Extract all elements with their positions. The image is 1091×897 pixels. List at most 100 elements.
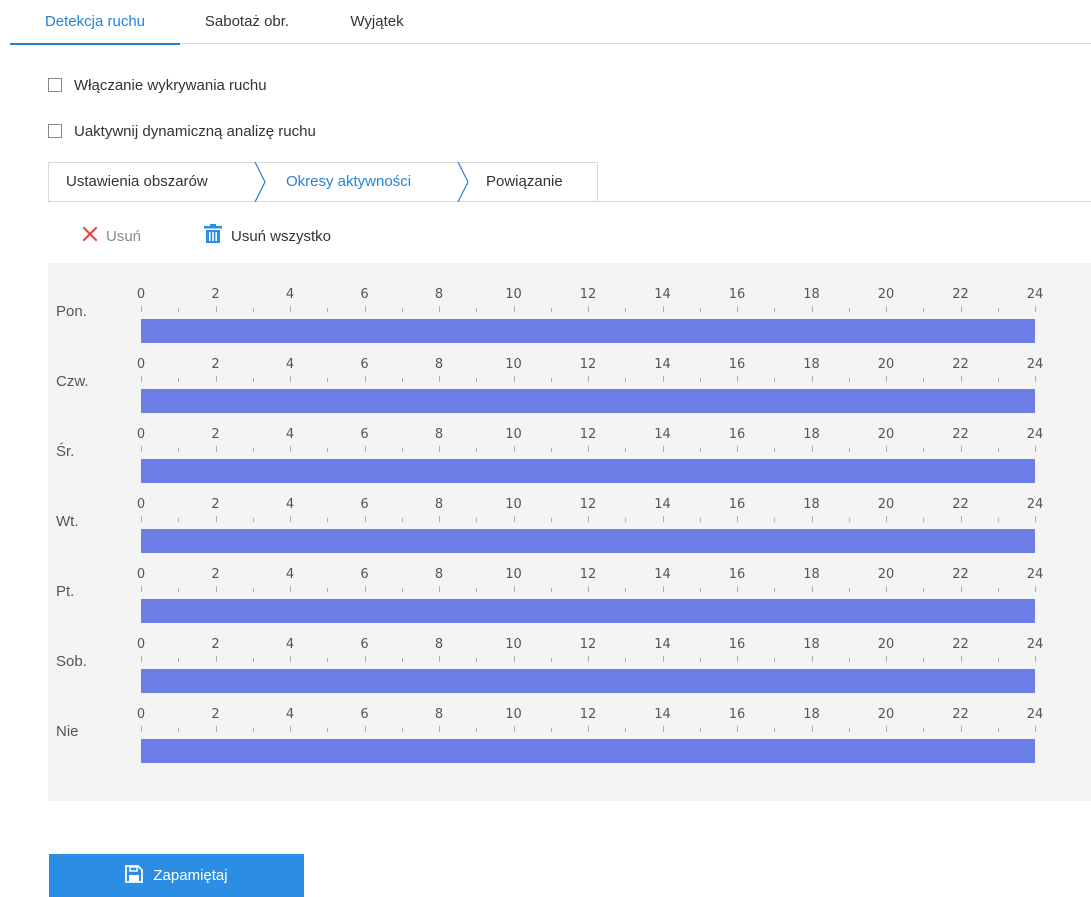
step-tab-area-settings[interactable]: Ustawienia obszarów xyxy=(66,162,208,202)
hour-tick-mark xyxy=(439,446,440,452)
hour-tick-mark xyxy=(886,446,887,452)
hour-tick-mark xyxy=(662,306,664,312)
hour-tick-label: 8 xyxy=(434,357,444,372)
hour-tick-mark xyxy=(141,726,142,732)
hour-tick-label: 2 xyxy=(211,637,220,652)
hour-tick-mark xyxy=(997,308,999,312)
save-button[interactable]: Zapamiętaj xyxy=(49,854,304,897)
hour-tick-mark xyxy=(215,306,217,312)
tab-exception[interactable]: Wyjątek xyxy=(347,0,407,44)
hour-tick-mark xyxy=(997,658,999,662)
schedule-day-row: 0 2 4 6 8 10 12 14 16 18 20 22 24 Nie xyxy=(48,683,1091,763)
hour-tick-label: 18 xyxy=(803,497,820,512)
hour-tick-mark xyxy=(625,658,627,662)
hour-tick-label: 6 xyxy=(360,287,369,302)
hour-tick-mark xyxy=(811,726,813,732)
hour-tick-mark xyxy=(327,588,329,592)
dynamic-analysis-checkbox[interactable] xyxy=(48,124,62,138)
hour-tick-mark xyxy=(178,378,180,382)
hour-tick-mark xyxy=(290,516,291,522)
schedule-day-row: 0 2 4 6 8 10 12 14 16 18 20 22 24 Sob. xyxy=(48,613,1091,693)
active-period-bar[interactable] xyxy=(141,739,1035,763)
hour-tick-label: 6 xyxy=(360,427,369,442)
hour-tick-mark xyxy=(886,376,887,382)
hour-tick-mark xyxy=(1035,446,1036,452)
hour-tick-mark xyxy=(1035,376,1036,382)
hour-tick-mark xyxy=(550,658,552,662)
hour-tick-label: 10 xyxy=(505,637,522,652)
hour-tick-mark xyxy=(1035,516,1036,522)
day-label: Wt. xyxy=(56,513,79,530)
hour-tick-mark xyxy=(625,518,627,522)
hour-tick-mark xyxy=(625,448,627,452)
hour-tick-label: 18 xyxy=(803,637,820,652)
hour-tick-mark xyxy=(699,728,701,732)
hour-tick-label: 16 xyxy=(728,707,746,722)
hour-tick-mark xyxy=(513,656,515,662)
hour-tick-mark xyxy=(848,378,850,382)
hour-tick-mark xyxy=(737,376,738,382)
hour-tick-label: 22 xyxy=(952,497,969,512)
step-chevron-icon xyxy=(457,162,469,202)
hour-tick-mark xyxy=(737,306,738,312)
hour-tick-mark xyxy=(401,588,403,592)
hour-tick-mark xyxy=(886,516,887,522)
step-tab-arming-schedule[interactable]: Okresy aktywności xyxy=(286,162,411,202)
hour-tick-label: 14 xyxy=(654,497,671,512)
hour-tick-mark xyxy=(699,378,701,382)
hour-tick-mark xyxy=(960,516,962,522)
hour-tick-mark xyxy=(588,656,589,662)
hour-tick-label: 6 xyxy=(360,357,369,372)
hour-tick-label: 14 xyxy=(654,637,671,652)
hour-tick-mark xyxy=(364,446,366,452)
hour-tick-label: 24 xyxy=(1026,707,1044,722)
hour-tick-mark xyxy=(848,308,850,312)
enable-motion-detection-checkbox[interactable] xyxy=(48,78,62,92)
hour-tick-label: 20 xyxy=(877,357,895,372)
hour-tick-mark xyxy=(327,518,329,522)
day-timeline[interactable] xyxy=(141,739,1035,763)
hour-tick-label: 24 xyxy=(1026,287,1044,302)
day-label: Pt. xyxy=(56,583,75,600)
hour-tick-mark xyxy=(588,376,589,382)
enable-motion-detection-row[interactable]: Włączanie wykrywania ruchu xyxy=(48,75,267,95)
tab-motion-detection[interactable]: Detekcja ruchu xyxy=(10,0,180,45)
hour-tick-mark xyxy=(252,518,254,522)
hour-tick-mark xyxy=(699,588,701,592)
dynamic-analysis-row[interactable]: Uaktywnij dynamiczną analizę ruchu xyxy=(48,121,316,141)
hour-tick-mark xyxy=(364,656,366,662)
hour-tick-label: 8 xyxy=(434,427,444,442)
hour-tick-mark xyxy=(401,308,403,312)
hour-tick-mark xyxy=(662,586,664,592)
hour-tick-mark xyxy=(364,376,366,382)
hour-tick-mark xyxy=(774,658,776,662)
hour-tick-marks xyxy=(141,446,1036,452)
hour-tick-label: 14 xyxy=(654,357,671,372)
hour-tick-mark xyxy=(439,306,440,312)
trash-icon xyxy=(203,224,223,248)
tab-video-tampering[interactable]: Sabotaż obr. xyxy=(202,0,292,44)
day-label: Sob. xyxy=(56,653,87,670)
step-tab-linkage[interactable]: Powiązanie xyxy=(486,162,563,202)
hour-tick-mark xyxy=(923,448,925,452)
hour-tick-label: 10 xyxy=(505,497,522,512)
hour-tick-mark xyxy=(290,656,291,662)
hour-tick-mark xyxy=(960,446,962,452)
hour-tick-mark xyxy=(1035,726,1036,732)
hour-tick-marks xyxy=(141,726,1036,732)
schedule-day-row: 0 2 4 6 8 10 12 14 16 18 20 22 24 Pon. xyxy=(48,263,1091,343)
hour-tick-label: 2 xyxy=(211,707,220,722)
hour-tick-mark xyxy=(662,376,664,382)
hour-tick-mark xyxy=(848,518,850,522)
delete-button[interactable]: Usuń xyxy=(82,225,141,247)
hour-tick-mark xyxy=(327,728,329,732)
day-label: Pon. xyxy=(56,303,87,320)
hour-tick-mark xyxy=(215,656,217,662)
hour-tick-label: 14 xyxy=(654,287,671,302)
hour-tick-mark xyxy=(290,306,291,312)
hour-tick-label: 24 xyxy=(1026,497,1044,512)
hour-tick-mark xyxy=(923,588,925,592)
delete-all-button[interactable]: Usuń wszystko xyxy=(203,224,331,248)
hour-tick-mark xyxy=(662,516,664,522)
hour-tick-mark xyxy=(588,586,589,592)
